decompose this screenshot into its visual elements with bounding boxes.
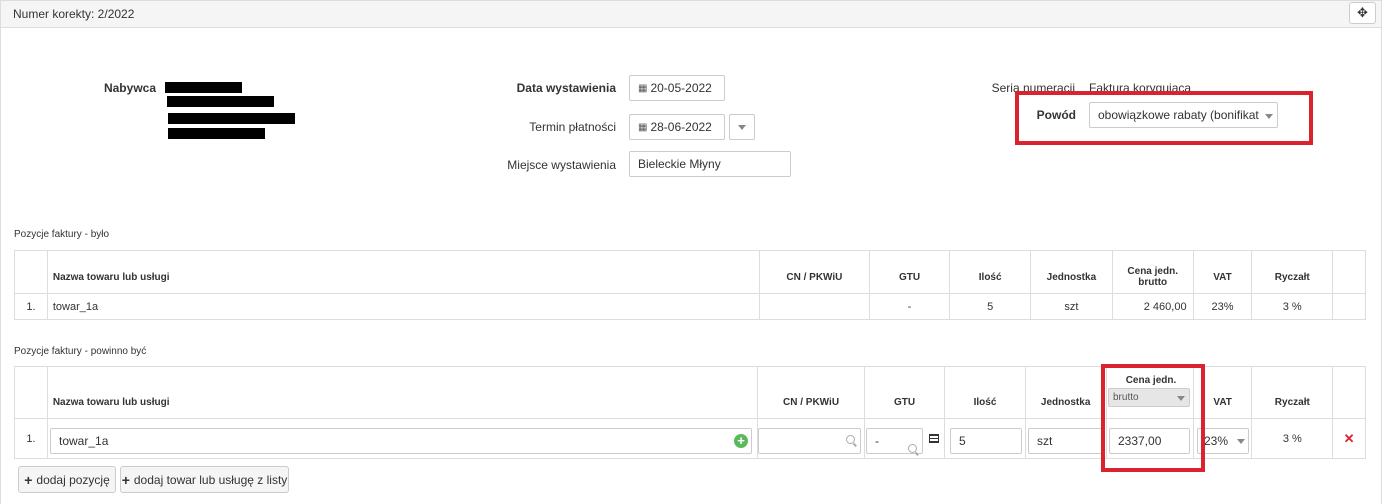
row-name: towar_1a: [46, 293, 761, 320]
col-cn: CN / PKWiU: [757, 366, 865, 419]
col-unit: Jednostka: [1024, 366, 1107, 419]
due-date-label: Termin płatności: [529, 120, 616, 134]
buyer-label: Nabywca: [103, 81, 156, 95]
place-label: Miejsce wystawienia: [507, 158, 616, 172]
col-actions: [1332, 366, 1366, 419]
list-icon[interactable]: [929, 434, 939, 443]
col-gtu: GTU: [863, 366, 946, 419]
due-date-value: 28-06-2022: [650, 120, 712, 134]
row-unit: szt: [1030, 293, 1113, 320]
row-no: 1.: [14, 418, 48, 459]
col-no: [14, 366, 48, 419]
add-position-label: dodaj pozycję: [36, 472, 110, 487]
add-from-list-label: dodaj towar lub usługę z listy: [133, 472, 288, 487]
due-date-input[interactable]: ▦ 28-06-2022: [629, 114, 725, 140]
row-flat: 3 %: [1251, 293, 1334, 320]
table-header-row: Nazwa towaru lub usługi CN / PKWiU GTU I…: [14, 250, 1366, 294]
row-price: 2 460,00: [1111, 293, 1194, 320]
col-flat: Ryczałt: [1251, 366, 1334, 419]
before-table: Nazwa towaru lub usługi CN / PKWiU GTU I…: [14, 250, 1366, 320]
col-name: Nazwa towaru lub usługi: [46, 366, 759, 419]
col-vat: VAT: [1192, 250, 1253, 294]
col-cn: CN / PKWiU: [759, 250, 870, 294]
col-actions: [1332, 250, 1366, 294]
col-price: Cena jedn. brutto: [1111, 250, 1194, 294]
add-position-button[interactable]: + dodaj pozycję: [18, 466, 116, 493]
table-row: 1. towar_1a - 5 szt 2 460,00 23% 3 %: [14, 293, 1366, 320]
add-item-icon[interactable]: +: [734, 434, 748, 448]
add-from-list-button[interactable]: + dodaj towar lub usługę z listy: [120, 466, 289, 493]
row-flat: 3 %: [1251, 418, 1334, 459]
col-qty: Ilość: [944, 366, 1026, 419]
search-icon[interactable]: [846, 435, 855, 444]
col-flat: Ryczałt: [1251, 250, 1334, 294]
row-no: 1.: [14, 293, 48, 320]
issue-date-input[interactable]: ▦ 20-05-2022: [629, 75, 725, 101]
row-vat: 23%: [1192, 293, 1253, 320]
calendar-icon: ▦: [638, 121, 648, 133]
row-gtu: -: [868, 293, 951, 320]
col-no: [14, 250, 48, 294]
panel-title: Numer korekty: 2/2022: [13, 7, 135, 21]
move-icon: ✥: [1357, 5, 1368, 20]
col-gtu: GTU: [868, 250, 951, 294]
issue-date-value: 20-05-2022: [650, 81, 712, 95]
reason-label: Powód: [1036, 108, 1076, 122]
reason-select[interactable]: obowiązkowe rabaty (bonifikaty, up: [1089, 102, 1278, 128]
row-actions-cell: ✕: [1332, 418, 1366, 459]
move-button[interactable]: ✥: [1349, 2, 1376, 24]
row-actions: [1332, 293, 1366, 320]
vat-value: 23%: [1204, 434, 1229, 448]
place-input[interactable]: Bieleckie Młyny: [629, 151, 791, 177]
price-highlight: [1101, 364, 1205, 472]
col-unit: Jednostka: [1030, 250, 1113, 294]
due-date-dropdown-button[interactable]: [729, 114, 755, 140]
col-qty: Ilość: [949, 250, 1031, 294]
unit-input[interactable]: szt: [1028, 428, 1104, 454]
item-name-input[interactable]: towar_1a: [50, 428, 752, 454]
caret-down-icon: [738, 124, 746, 130]
before-section-title: Pozycje faktury - było: [14, 229, 110, 240]
after-section-title: Pozycje faktury - powinno być: [14, 346, 147, 357]
row-qty: 5: [949, 293, 1031, 320]
calendar-icon: ▦: [638, 82, 648, 94]
delete-icon[interactable]: ✕: [1344, 431, 1355, 446]
plus-icon: +: [121, 471, 130, 488]
col-name: Nazwa towaru lub usługi: [46, 250, 761, 294]
reason-value: obowiązkowe rabaty (bonifikaty, up: [1098, 108, 1259, 122]
chevron-down-icon: [1265, 114, 1273, 119]
chevron-down-icon: [1237, 439, 1245, 444]
plus-icon: +: [24, 471, 33, 488]
search-icon[interactable]: [908, 444, 917, 453]
buyer-redaction: [168, 113, 295, 124]
buyer-redaction: [165, 82, 242, 93]
qty-input[interactable]: 5: [950, 428, 1022, 454]
buyer-redaction: [168, 128, 265, 139]
buyer-redaction: [167, 96, 274, 107]
panel-header: [0, 0, 1382, 28]
row-cn: [759, 293, 870, 320]
issue-date-label: Data wystawienia: [516, 81, 616, 95]
